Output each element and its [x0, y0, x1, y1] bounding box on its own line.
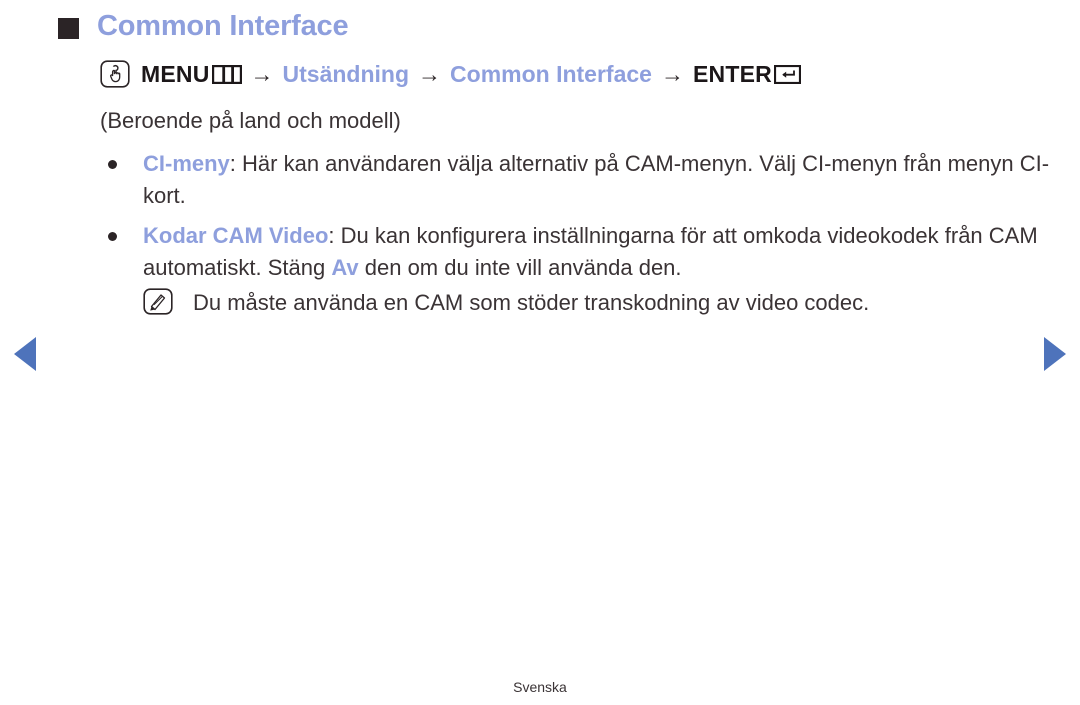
- menu-step-broadcast: Utsändning: [282, 60, 410, 87]
- list-item: Kodar CAM Video: Du kan konfigurera inst…: [108, 220, 1063, 284]
- bullet-body-text-after: den om du inte vill använda den.: [358, 255, 682, 280]
- country-model-note: (Beroende på land och modell): [100, 108, 401, 133]
- path-separator-1: →: [250, 60, 274, 87]
- term-ci-meny: CI-meny: [143, 151, 230, 176]
- bullet-dot-icon: [108, 232, 117, 241]
- touch-hand-icon: [100, 60, 130, 88]
- manual-page: Common Interface MENU → Utsändning → Com…: [0, 0, 1080, 705]
- term-separator: :: [229, 151, 243, 176]
- menu-step-common-interface: Common Interface: [450, 60, 652, 87]
- bullet-text-ci-meny: CI-meny: Här kan användaren välja altern…: [143, 148, 1063, 212]
- menu-path-breadcrumb: MENU → Utsändning → Common Interface → E…: [100, 60, 801, 88]
- list-item: CI-meny: Här kan användaren välja altern…: [108, 148, 1063, 212]
- inline-term-av: Av: [331, 255, 359, 280]
- term-kodar-cam-video: Kodar CAM Video: [143, 223, 329, 248]
- page-heading: Common Interface: [58, 10, 349, 43]
- bullet-text-kodar-cam-video: Kodar CAM Video: Du kan konfigurera inst…: [143, 220, 1063, 284]
- previous-page-arrow-icon[interactable]: [14, 337, 36, 371]
- path-separator-3: →: [660, 60, 684, 87]
- page-title: Common Interface: [97, 10, 349, 42]
- bullet-body-text: Här kan användaren välja alternativ på C…: [143, 151, 1050, 208]
- note-callout: Du måste använda en CAM som stöder trans…: [143, 288, 869, 318]
- bullet-dot-icon: [108, 160, 117, 169]
- path-separator-2: →: [418, 60, 442, 87]
- enter-return-icon: [773, 64, 801, 84]
- language-footer: Svenska: [513, 679, 567, 695]
- term-separator: :: [328, 223, 341, 248]
- enter-label: ENTER: [692, 60, 772, 87]
- next-page-arrow-icon[interactable]: [1044, 337, 1066, 371]
- note-text: Du måste använda en CAM som stöder trans…: [193, 290, 870, 315]
- filled-square-bullet-icon: [58, 18, 79, 39]
- menu-bars-icon: [211, 64, 242, 84]
- menu-label: MENU: [141, 60, 210, 87]
- note-pencil-icon: [143, 288, 173, 315]
